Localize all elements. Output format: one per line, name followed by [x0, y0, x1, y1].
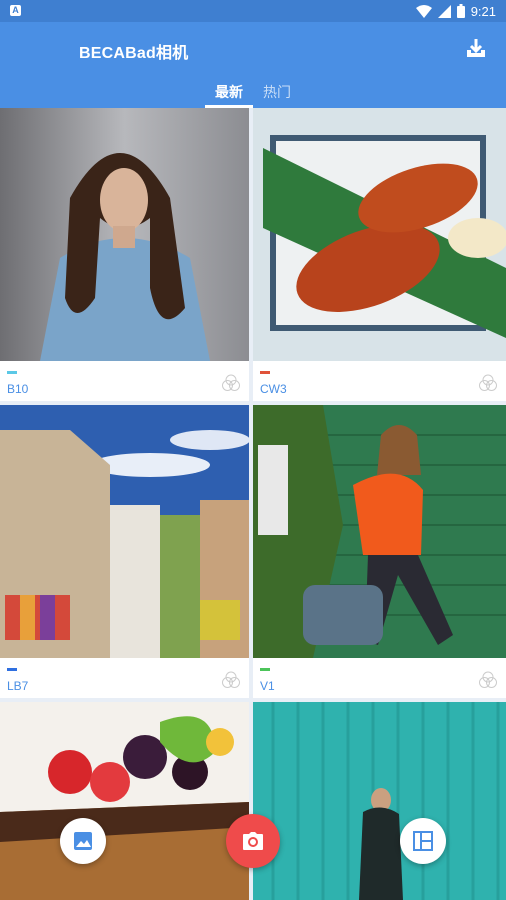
filter-circles-icon[interactable] — [478, 373, 498, 393]
filter-circles-icon[interactable] — [478, 670, 498, 690]
filter-preview-image — [253, 405, 506, 658]
filter-meta: V1 — [253, 658, 506, 698]
filter-preview-image — [253, 108, 506, 361]
filter-preview-image — [0, 702, 249, 900]
filter-accent-swatch — [260, 371, 270, 374]
status-bar: A 9:21 — [0, 0, 506, 22]
app-bar: BECABad相机 最新 热门 — [0, 22, 506, 108]
filter-preview-image — [0, 405, 249, 658]
filter-circles-icon[interactable] — [221, 670, 241, 690]
filter-name: B10 — [7, 382, 29, 396]
camera-button[interactable] — [226, 814, 280, 868]
filter-card-cake[interactable] — [0, 702, 249, 900]
signal-icon — [437, 4, 451, 18]
camera-icon — [243, 832, 263, 850]
filter-card-lb7[interactable]: LB7 — [0, 405, 249, 698]
clock: 9:21 — [470, 3, 496, 19]
download-icon[interactable] — [464, 36, 488, 60]
tab-bar: 最新 热门 — [205, 82, 301, 108]
filter-meta: LB7 — [0, 658, 249, 698]
status-right: 9:21 — [415, 3, 496, 19]
tab-latest[interactable]: 最新 — [205, 82, 253, 108]
tab-popular[interactable]: 热门 — [253, 82, 301, 108]
filter-name: CW3 — [260, 382, 287, 396]
filter-preview-image — [253, 702, 506, 900]
filter-card-v1[interactable]: V1 — [253, 405, 506, 698]
filter-card-b10[interactable]: B10 — [0, 108, 249, 401]
filter-card-teal[interactable] — [253, 702, 506, 900]
filter-accent-swatch — [260, 668, 270, 671]
filter-preview-image — [0, 108, 249, 361]
filter-name: LB7 — [7, 679, 29, 693]
filter-accent-swatch — [7, 371, 17, 374]
filter-name: V1 — [260, 679, 275, 693]
notification-app-icon: A — [10, 5, 21, 16]
filter-meta: CW3 — [253, 361, 506, 401]
filter-accent-swatch — [7, 668, 17, 671]
layout-button[interactable] — [400, 818, 446, 864]
filter-circles-icon[interactable] — [221, 373, 241, 393]
wifi-icon — [415, 4, 432, 18]
app-title: BECABad相机 — [79, 45, 189, 62]
filter-card-cw3[interactable]: CW3 — [253, 108, 506, 401]
battery-icon — [456, 4, 465, 18]
gallery-button[interactable] — [60, 818, 106, 864]
gallery-icon — [74, 832, 92, 850]
filter-meta: B10 — [0, 361, 249, 401]
layout-icon — [413, 831, 433, 851]
